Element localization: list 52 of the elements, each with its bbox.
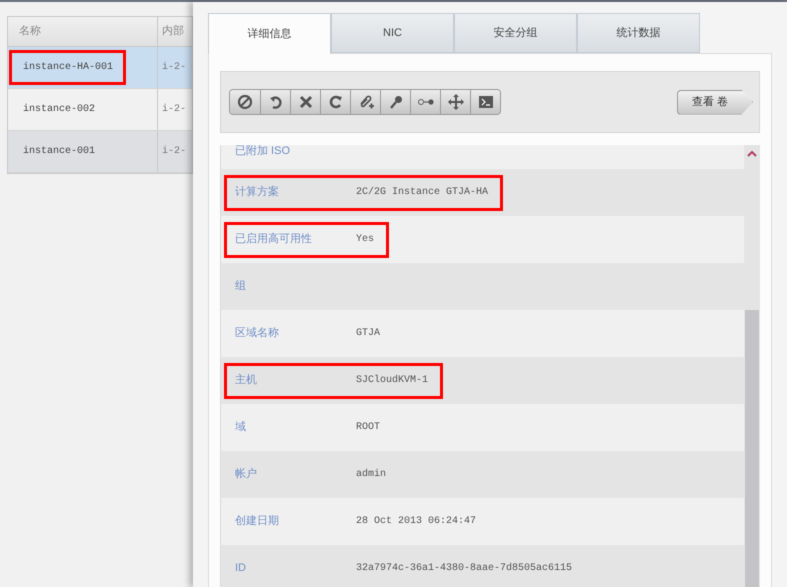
console-button[interactable]	[470, 90, 500, 114]
paperclip-icon	[358, 94, 374, 110]
stop-icon	[237, 94, 253, 110]
detail-label: 域	[234, 420, 247, 436]
table-cell-text: i-2-	[161, 144, 186, 159]
detail-value: Yes	[356, 233, 374, 247]
tab[interactable]: NIC	[331, 13, 454, 53]
instance-name: instance-002	[22, 102, 96, 117]
reboot-button[interactable]	[260, 90, 290, 114]
attach-button[interactable]	[350, 90, 380, 114]
destroy-button[interactable]	[290, 90, 320, 114]
detail-value: 28 Oct 2013 06:24:47	[356, 515, 476, 529]
move-button[interactable]	[440, 90, 470, 114]
detail-label: 已启用高可用性	[234, 232, 313, 248]
scrollbar[interactable]	[744, 145, 760, 587]
detail-value: 2C/2G Instance GTJA-HA	[356, 186, 488, 200]
instance-name: instance-001	[22, 144, 96, 159]
tab[interactable]: 安全分组	[454, 13, 577, 53]
detail-label: ID	[234, 561, 247, 576]
view-volumes-button[interactable]: 查看 卷	[676, 90, 753, 114]
instance-row[interactable]: instance-HA-001 i-2-	[8, 47, 192, 89]
stop-button[interactable]	[230, 90, 260, 114]
tab[interactable]: 详细信息	[208, 13, 331, 54]
reboot-icon	[268, 94, 284, 110]
detail-label: 创建日期	[234, 514, 280, 530]
migrate-button[interactable]	[410, 90, 440, 114]
detail-value: GTJA	[356, 327, 380, 341]
restore-icon	[328, 94, 344, 110]
instance-name: instance-HA-001	[9, 50, 126, 85]
instance-row[interactable]: instance-002 i-2-	[8, 89, 192, 131]
detail-value: SJCloudKVM-1	[356, 374, 428, 388]
detail-label: 帐户	[234, 466, 258, 482]
detail-value: ROOT	[356, 421, 380, 435]
detail-label: 组	[234, 279, 247, 294]
detail-value: admin	[356, 468, 386, 482]
detail-label: 已附加 ISO	[234, 145, 292, 159]
key-icon	[388, 94, 404, 110]
detail-value: 32a7974c-36a1-4380-8aae-7d8505ac6115	[356, 562, 572, 576]
table-cell-text: i-2-	[161, 102, 186, 117]
scroll-up-icon[interactable]	[747, 150, 757, 158]
detail-label: 计算方案	[234, 184, 280, 200]
detail-label: 区域名称	[234, 326, 280, 342]
instance-row[interactable]: instance-001 i-2-	[8, 131, 192, 173]
close-icon	[298, 94, 314, 110]
terminal-icon	[478, 94, 494, 110]
tab[interactable]: 统计数据	[577, 13, 700, 53]
table-cell-text: i-2-	[161, 60, 186, 75]
move-icon	[448, 94, 464, 110]
detail-label: 主机	[234, 372, 258, 388]
restore-button[interactable]	[320, 90, 350, 114]
password-button[interactable]	[380, 90, 410, 114]
scrollbar-thumb[interactable]	[745, 310, 759, 587]
